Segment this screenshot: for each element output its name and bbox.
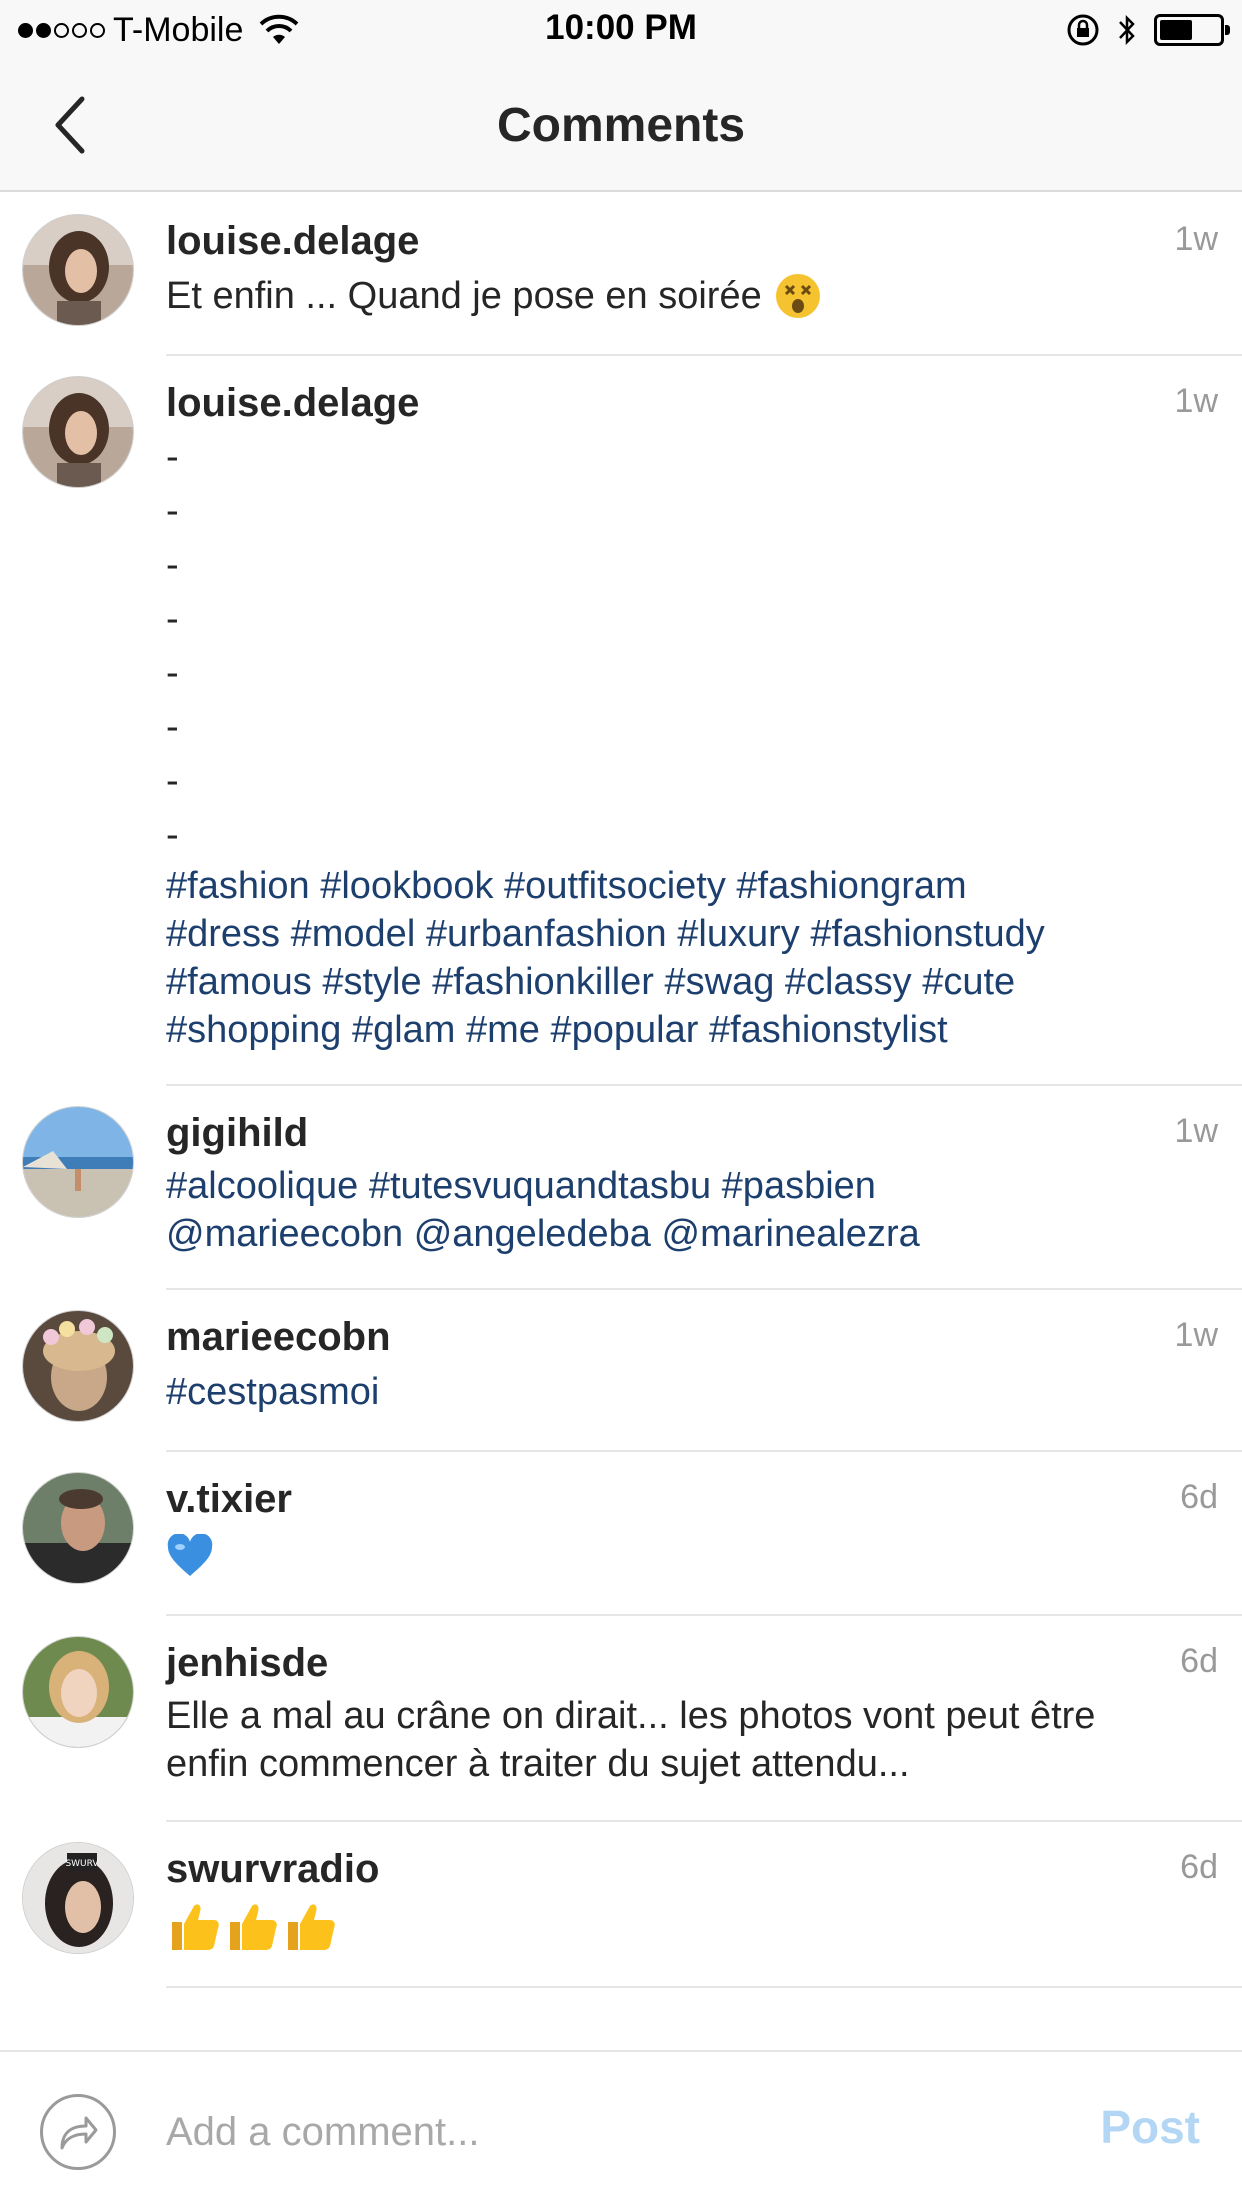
hashtag-link[interactable]: #famous [166, 961, 312, 1003]
hashtag-link[interactable]: #shopping [166, 1009, 341, 1051]
comment-timestamp: 6d [1180, 1642, 1218, 1680]
dash-line: - [166, 652, 179, 694]
hashtag-link[interactable]: #cute [922, 961, 1015, 1003]
dash-line: - [166, 598, 179, 640]
avatar[interactable] [22, 1106, 134, 1218]
comment-hashtags: #fashion #lookbook #outfitsociety #fashi… [166, 862, 1218, 1054]
comments-list: louise.delage 1w Et enfin ... Quand je p… [0, 194, 1242, 1988]
hashtag-link[interactable]: #swag [665, 961, 775, 1003]
mention-link[interactable]: @marieecobn [166, 1213, 403, 1255]
comment-item: louise.delage 1w Et enfin ... Quand je p… [0, 194, 1242, 356]
dash-line: - [166, 490, 179, 532]
battery-level [1160, 20, 1192, 40]
avatar[interactable] [22, 214, 134, 326]
avatar[interactable]: SWURV [22, 1842, 134, 1954]
hashtag-link[interactable]: #fashionstudy [810, 913, 1045, 955]
comment-dashes: - - - - - - - - [166, 430, 1218, 862]
dash-line: - [166, 544, 179, 586]
comment-input-bar: Post [0, 2050, 1242, 2208]
nav-bar: Comments [0, 60, 1242, 192]
avatar[interactable] [22, 1310, 134, 1422]
thumbs-up-emoji-icon [288, 1904, 335, 1950]
comment-username[interactable]: swurvradio [166, 1842, 379, 1896]
comment-item: marieecobn 1w #cestpasmoi [0, 1290, 1242, 1452]
hashtag-link[interactable]: #fashiongram [736, 865, 966, 907]
comment-text: Elle a mal au crâne on dirait... les pho… [166, 1695, 1106, 1785]
hashtag-link[interactable]: #classy [785, 961, 912, 1003]
thumbs-up-emoji-icon [230, 1904, 277, 1950]
comment-timestamp: 1w [1174, 220, 1218, 258]
comment-text-content: Et enfin ... Quand je pose en soirée [166, 275, 762, 317]
hashtag-link[interactable]: #popular [551, 1009, 699, 1051]
hashtag-link[interactable]: #dress [166, 913, 280, 955]
comment-text: Et enfin ... Quand je pose en soirée [166, 272, 1218, 320]
comment-username[interactable]: louise.delage [166, 376, 419, 430]
blue-heart-emoji-icon [167, 1534, 213, 1576]
hashtag-link[interactable]: #fashion [166, 865, 310, 907]
comment-timestamp: 1w [1174, 1316, 1218, 1354]
bluetooth-icon [1119, 14, 1135, 46]
thumbs-up-emoji-icon [172, 1904, 219, 1950]
hashtag-link[interactable]: #style [322, 961, 421, 1003]
hashtag-link[interactable]: #me [466, 1009, 540, 1051]
hashtag-link[interactable]: #urbanfashion [426, 913, 667, 955]
comment-username[interactable]: jenhisde [166, 1636, 328, 1690]
comment-hashtags: #alcoolique #tutesvuquandtasbu #pasbien … [166, 1162, 1218, 1258]
avatar[interactable] [22, 1636, 134, 1748]
comment-hashtags: #cestpasmoi [166, 1368, 1218, 1416]
hashtag-link[interactable]: #luxury [677, 913, 800, 955]
comment-username[interactable]: gigihild [166, 1106, 308, 1160]
dizzy-face-emoji-icon [775, 274, 820, 318]
comment-timestamp: 1w [1174, 382, 1218, 420]
dash-line: - [166, 436, 179, 478]
comment-timestamp: 1w [1174, 1112, 1218, 1150]
svg-text:SWURV: SWURV [65, 1859, 99, 1869]
hashtag-link[interactable]: #glam [352, 1009, 456, 1051]
share-arrow-icon [60, 2116, 98, 2150]
hashtag-link[interactable]: #alcoolique [166, 1165, 358, 1207]
comment-item: SWURV swurvradio 6d [0, 1822, 1242, 1988]
avatar[interactable] [22, 376, 134, 488]
comment-username[interactable]: v.tixier [166, 1472, 292, 1526]
comment-emoji [166, 1896, 1218, 1956]
dash-line: - [166, 814, 179, 856]
hashtag-link[interactable]: #cestpasmoi [166, 1371, 379, 1413]
hashtag-link[interactable]: #tutesvuquandtasbu [369, 1165, 711, 1207]
post-button[interactable]: Post [1100, 2100, 1200, 2154]
status-bar: T-Mobile 10:00 PM [0, 0, 1242, 60]
avatar[interactable] [22, 1472, 134, 1584]
comment-item: jenhisde 6d Elle a mal au crâne on dirai… [0, 1616, 1242, 1822]
comment-item: louise.delage 1w - - - - - - - - #fashio… [0, 356, 1242, 1086]
comment-username[interactable]: marieecobn [166, 1310, 391, 1364]
hashtag-link[interactable]: #fashionkiller [432, 961, 654, 1003]
rotation-lock-icon [1067, 14, 1099, 46]
mention-link[interactable]: @angeledeba [414, 1213, 651, 1255]
hashtag-link[interactable]: #fashionstylist [709, 1009, 948, 1051]
comment-item: gigihild 1w #alcoolique #tutesvuquandtas… [0, 1086, 1242, 1290]
hashtag-link[interactable]: #outfitsociety [504, 865, 726, 907]
battery-icon [1154, 14, 1230, 46]
comment-item: v.tixier 6d [0, 1452, 1242, 1616]
comment-username[interactable]: louise.delage [166, 214, 419, 268]
dash-line: - [166, 706, 179, 748]
hashtag-link[interactable]: #pasbien [722, 1165, 876, 1207]
comment-timestamp: 6d [1180, 1848, 1218, 1886]
comment-emoji [166, 1526, 1218, 1586]
comment-input[interactable] [166, 2092, 1046, 2172]
dash-line: - [166, 760, 179, 802]
hashtag-link[interactable]: #lookbook [320, 865, 493, 907]
share-button[interactable] [40, 2094, 116, 2170]
status-right [1066, 10, 1230, 50]
comment-timestamp: 6d [1180, 1478, 1218, 1516]
hashtag-link[interactable]: #model [291, 913, 416, 955]
mention-link[interactable]: @marinealezra [662, 1213, 920, 1255]
page-title: Comments [496, 99, 746, 152]
status-time: 10:00 PM [545, 8, 697, 47]
